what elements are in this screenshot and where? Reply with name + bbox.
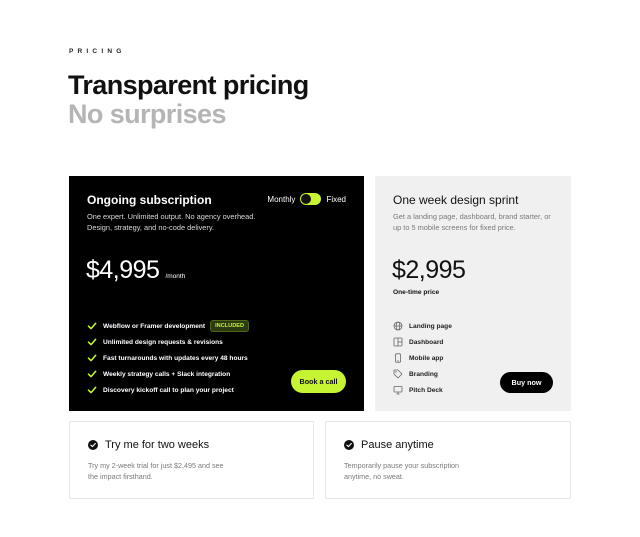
sprint-description: Get a landing page, dashboard, brand sta…	[393, 212, 551, 232]
feature-label: Unlimited design requests & revisions	[103, 338, 223, 346]
page-title: Transparent pricing	[68, 70, 309, 100]
toggle-label-fixed[interactable]: Fixed	[326, 195, 346, 204]
list-item: Unlimited design requests & revisions	[87, 334, 249, 350]
trial-card: Try me for two weeks Try my 2-week trial…	[69, 421, 314, 499]
tag-icon	[393, 369, 403, 379]
deliverable-label: Pitch Deck	[409, 386, 443, 394]
feature-label: Weekly strategy calls + Slack integratio…	[103, 370, 231, 378]
subscription-price-period: /month	[165, 273, 186, 280]
pause-heading: Pause anytime	[344, 439, 434, 451]
pricing-eyebrow: PRICING	[69, 48, 126, 55]
dashboard-icon	[393, 337, 403, 347]
page-subtitle: No surprises	[68, 99, 226, 129]
toggle-label-monthly[interactable]: Monthly	[267, 195, 295, 204]
feature-label: Webflow or Framer development	[103, 322, 206, 330]
checkmark-icon	[87, 370, 97, 378]
deliverable-label: Dashboard	[409, 338, 444, 346]
checkmark-icon	[87, 354, 97, 362]
list-item: Pitch Deck	[393, 382, 452, 398]
subscription-feature-list: Webflow or Framer development INCLUDED U…	[87, 318, 250, 398]
sprint-price: $2,995	[392, 256, 466, 284]
deliverable-label: Landing page	[409, 322, 452, 330]
sprint-title: One week design sprint	[393, 193, 519, 207]
subscription-description: One expert. Unlimited output. No agency …	[87, 212, 256, 232]
buy-now-button[interactable]: Buy now	[500, 372, 553, 393]
check-circle-icon	[88, 440, 98, 450]
feature-label: Discovery kickoff call to plan your proj…	[103, 386, 234, 394]
checkmark-icon	[87, 338, 97, 346]
globe-icon	[393, 321, 403, 331]
trial-description: Try my 2-week trial for just $2,495 and …	[88, 461, 224, 481]
sprint-card: One week design sprint Get a landing pag…	[375, 176, 571, 411]
checkmark-icon	[87, 386, 97, 394]
list-item: Branding	[393, 366, 452, 382]
subscription-price-amount: $4,995	[86, 256, 160, 284]
check-circle-icon	[344, 440, 354, 450]
deliverable-label: Branding	[409, 370, 438, 378]
pause-card: Pause anytime Temporarily pause your sub…	[325, 421, 571, 499]
subscription-card: Ongoing subscription Monthly Fixed One e…	[69, 176, 364, 411]
list-item: Dashboard	[393, 334, 452, 350]
list-item: Landing page	[393, 318, 452, 334]
feature-label: Fast turnarounds with updates every 48 h…	[103, 354, 248, 362]
pause-title: Pause anytime	[361, 439, 434, 451]
phone-icon	[395, 353, 401, 363]
included-badge: INCLUDED	[210, 320, 250, 332]
subscription-title: Ongoing subscription	[87, 193, 212, 207]
billing-toggle-group: Monthly Fixed	[267, 193, 346, 205]
trial-heading: Try me for two weeks	[88, 439, 209, 451]
list-item: Mobile app	[393, 350, 452, 366]
deliverable-label: Mobile app	[409, 354, 444, 362]
pause-description: Temporarily pause your subscription anyt…	[344, 461, 460, 481]
list-item: Weekly strategy calls + Slack integratio…	[87, 366, 249, 382]
subscription-price: $4,995 /month	[86, 256, 185, 285]
billing-toggle[interactable]	[300, 193, 322, 205]
monitor-icon	[393, 386, 403, 395]
sprint-price-note: One-time price	[393, 289, 440, 296]
toggle-knob	[301, 194, 312, 204]
book-call-button[interactable]: Book a call	[291, 370, 346, 393]
checkmark-icon	[87, 322, 97, 330]
list-item: Fast turnarounds with updates every 48 h…	[87, 350, 249, 366]
list-item: Discovery kickoff call to plan your proj…	[87, 382, 249, 398]
sprint-deliverable-list: Landing page Dashboard Mobile app Brandi…	[393, 318, 452, 398]
trial-title: Try me for two weeks	[105, 439, 210, 451]
list-item: Webflow or Framer development INCLUDED	[87, 318, 250, 334]
